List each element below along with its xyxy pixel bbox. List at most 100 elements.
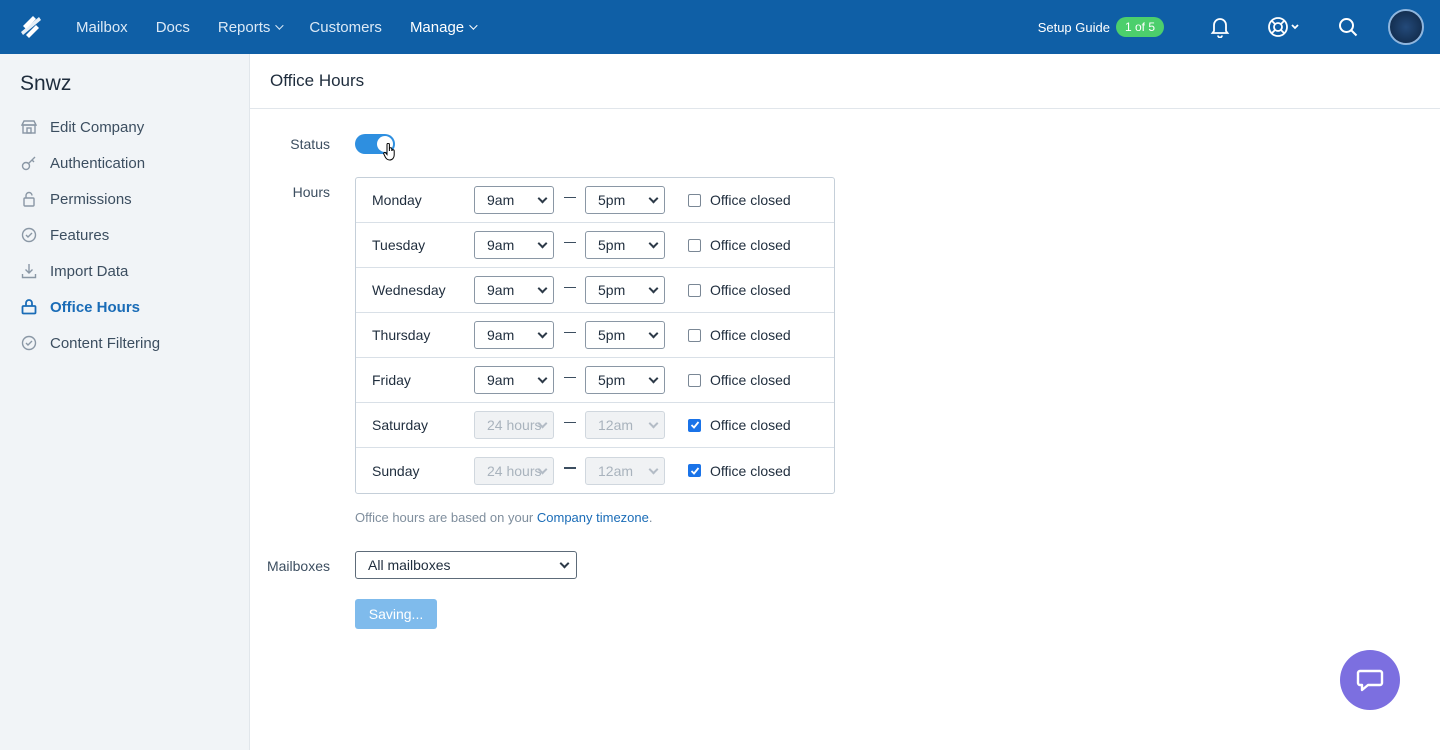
nav-docs[interactable]: Docs	[142, 0, 204, 54]
table-row: Monday 9am 5pm Office closed	[356, 178, 834, 223]
checkbox-box	[688, 193, 701, 207]
bell-icon[interactable]	[1200, 0, 1240, 54]
sidebar-item-label: Authentication	[50, 154, 146, 172]
office-closed-checkbox[interactable]: Office closed	[688, 463, 791, 479]
office-closed-label: Office closed	[710, 372, 791, 388]
chevron-down-icon	[537, 283, 548, 294]
page-title-text: Office Hours	[270, 71, 365, 90]
setup-guide-button[interactable]: Setup Guide 1 of 5	[1038, 17, 1164, 37]
checkbox-checked-icon	[688, 418, 701, 432]
chevron-down-icon	[648, 283, 659, 294]
office-closed-checkbox[interactable]: Office closed	[688, 372, 791, 388]
nav-customers[interactable]: Customers	[295, 0, 396, 54]
close-time-value: 5pm	[598, 327, 626, 343]
mailboxes-select[interactable]: All mailboxes	[355, 551, 577, 579]
open-time-value: 9am	[487, 372, 515, 388]
close-time-select[interactable]: 5pm	[585, 231, 665, 259]
mailboxes-label: Mailboxes	[266, 558, 330, 574]
save-button: Saving...	[355, 599, 437, 629]
open-time-value: 9am	[487, 282, 515, 298]
close-time-select[interactable]: 5pm	[585, 321, 665, 349]
day-label: Tuesday	[372, 237, 426, 253]
range-dash	[554, 282, 585, 298]
hours-label: Hours	[292, 184, 330, 200]
store-icon	[20, 118, 38, 136]
table-row: Saturday 24 hours 12am Office closed	[356, 403, 834, 448]
sidebar-item-label: Features	[50, 226, 110, 244]
sidebar-item-permissions[interactable]: Permissions	[0, 181, 249, 217]
office-closed-checkbox[interactable]: Office closed	[688, 192, 791, 208]
nav-reports[interactable]: Reports	[204, 0, 296, 54]
sidebar-item-import-data[interactable]: Import Data	[0, 253, 249, 289]
office-closed-checkbox[interactable]: Office closed	[688, 417, 791, 433]
chat-bubble-icon	[1356, 669, 1384, 692]
open-time-select[interactable]: 9am	[474, 231, 554, 259]
table-row: Tuesday 9am 5pm Office closed	[356, 223, 834, 268]
briefcase-icon	[20, 298, 38, 316]
open-time-value: 24 hours	[487, 417, 541, 433]
range-dash	[554, 327, 585, 343]
checkbox-box	[688, 283, 701, 297]
chevron-down-icon	[559, 558, 570, 569]
company-timezone-link[interactable]: Company timezone	[537, 510, 649, 525]
open-time-value: 9am	[487, 237, 515, 253]
chat-beacon-button[interactable]	[1340, 650, 1400, 710]
close-time-value: 5pm	[598, 372, 626, 388]
checkbox-box	[688, 238, 701, 252]
chevron-down-icon	[537, 328, 548, 339]
office-closed-label: Office closed	[710, 192, 791, 208]
sidebar-item-authentication[interactable]: Authentication	[0, 145, 249, 181]
sidebar-item-label: Permissions	[50, 190, 132, 208]
open-time-select[interactable]: 9am	[474, 366, 554, 394]
open-time-select[interactable]: 9am	[474, 186, 554, 214]
open-time-select: 24 hours	[474, 456, 554, 485]
hand-cursor-icon	[383, 142, 397, 166]
sidebar-item-edit-company[interactable]: Edit Company	[0, 109, 249, 145]
close-time-value: 12am	[598, 417, 634, 433]
chevron-down-icon	[469, 21, 478, 30]
search-icon[interactable]	[1328, 0, 1368, 54]
filter-icon	[20, 334, 38, 352]
nav-docs-label: Docs	[155, 18, 190, 36]
table-row: Thursday 9am 5pm Office closed	[356, 313, 834, 358]
sidebar-item-features[interactable]: Features	[0, 217, 249, 253]
table-row: Wednesday 9am 5pm Office closed	[356, 268, 834, 313]
close-time-select: 12am	[585, 411, 665, 439]
nav-mailbox[interactable]: Mailbox	[62, 0, 142, 54]
range-dash	[554, 237, 585, 253]
chevron-down-icon	[648, 238, 659, 249]
chevron-down-icon	[537, 193, 548, 204]
open-time-select[interactable]: 9am	[474, 276, 554, 304]
range-dash	[554, 417, 585, 433]
office-closed-checkbox[interactable]: Office closed	[688, 282, 791, 298]
sidebar-item-content-filtering[interactable]: Content Filtering	[0, 325, 249, 361]
nav-manage[interactable]: Manage	[396, 0, 489, 54]
timezone-note-text: Office hours are based on your	[355, 510, 537, 525]
day-label: Monday	[372, 192, 422, 208]
close-time-select[interactable]: 5pm	[585, 186, 665, 214]
sidebar-item-label: Office Hours	[50, 298, 141, 316]
office-closed-checkbox[interactable]: Office closed	[688, 327, 791, 343]
sidebar-item-office-hours[interactable]: Office Hours	[0, 289, 249, 325]
page-title: Office Hours	[250, 54, 1440, 109]
helpscout-logo-icon[interactable]	[0, 0, 62, 54]
close-time-value: 5pm	[598, 282, 626, 298]
close-time-value: 5pm	[598, 192, 626, 208]
close-time-select[interactable]: 5pm	[585, 366, 665, 394]
office-closed-checkbox[interactable]: Office closed	[688, 237, 791, 253]
checkbox-checked-icon	[688, 464, 701, 477]
office-closed-label: Office closed	[710, 462, 791, 479]
chevron-down-icon	[275, 21, 285, 30]
setup-progress-badge: 1 of 5	[1115, 17, 1164, 37]
chevron-down-icon	[648, 193, 659, 204]
open-time-value: 9am	[487, 327, 515, 343]
help-lifebuoy-icon[interactable]	[1260, 0, 1308, 54]
nav-manage-label: Manage	[409, 18, 465, 36]
close-time-select[interactable]: 5pm	[585, 276, 665, 304]
chevron-down-icon	[537, 373, 548, 384]
office-closed-label: Office closed	[710, 327, 791, 343]
close-time-value: 5pm	[598, 237, 626, 253]
avatar[interactable]	[1388, 9, 1424, 45]
open-time-select[interactable]: 9am	[474, 321, 554, 349]
table-row: Sunday 24 hours 12am Office closed	[356, 448, 834, 493]
